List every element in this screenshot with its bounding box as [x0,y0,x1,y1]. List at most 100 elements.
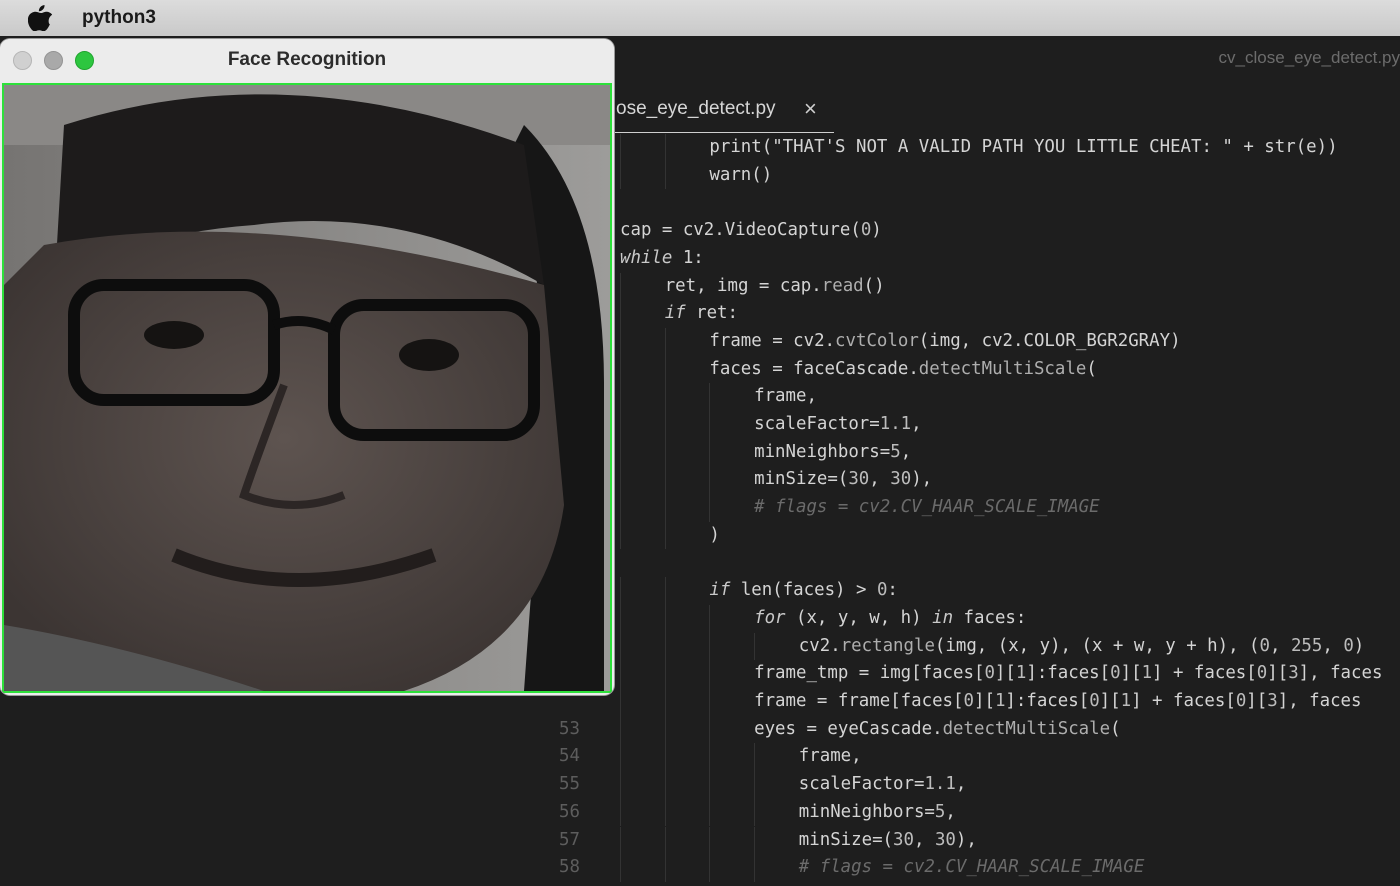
code-token: , [955,774,967,795]
indent-guide [709,494,711,522]
code-token: ][ [973,691,995,711]
code-token: len(faces) > [730,580,877,601]
indent-guide [709,826,711,855]
line-number: 56 [559,801,580,822]
window-titlebar[interactable]: Face Recognition [0,39,614,81]
code-token: 1: [672,247,704,268]
code-token: 5 [934,801,946,822]
tab-label: ose_eye_detect.py [616,98,776,119]
code-token: minNeighbors= [798,801,935,822]
code-text: warn() [709,162,772,190]
code-line[interactable]: 57 minSize=(30, 30), [0,826,1400,855]
indent-guide [664,771,666,799]
code-token: read [821,275,864,296]
code-token: , [869,469,891,490]
indent-guide [664,826,666,855]
code-text: if ret: [665,300,738,328]
code-token: , [945,801,956,822]
code-token: 0 [860,220,872,241]
code-text: scaleFactor=1.1, [754,411,922,439]
indent-guide [709,466,711,495]
code-token: 0 [1256,663,1268,684]
code-line[interactable]: 54 frame, [0,743,1400,772]
code-line[interactable]: 58 # flags = cv2.CV_HAAR_SCALE_IMAGE [0,854,1400,882]
indent-guide [664,798,666,827]
code-token: frame, [798,746,862,767]
indent-guide [664,134,666,162]
indent-guide [620,660,621,688]
code-token: frame = frame[faces[ [754,691,964,711]
code-token: detectMultiScale [942,718,1111,739]
code-token: (img, (x, y), (x + w, y + h), ( [934,635,1260,656]
close-icon[interactable]: × [804,96,817,122]
indent-guide [709,771,711,799]
code-text: minSize=(30, 30), [754,466,932,494]
indent-guide [620,743,621,772]
code-token: ], faces [1298,663,1383,684]
code-token: if [664,303,686,324]
indent-guide [664,577,666,605]
indent-guide [664,715,666,744]
indent-guide [620,134,621,162]
code-text: while 1: [620,245,704,273]
code-token: minSize=( [798,829,894,850]
indent-guide [620,604,621,633]
indent-guide [620,715,621,744]
indent-guide [620,688,621,716]
code-token: scaleFactor= [798,774,925,795]
indent-guide [664,604,666,633]
indent-guide [709,411,711,439]
code-token: eyes = eyeCascade. [754,718,943,739]
code-text: cv2.rectangle(img, (x, y), (x + w, y + h… [799,633,1364,661]
code-text: scaleFactor=1.1, [799,771,967,799]
indent-guide [620,300,621,328]
line-number: 54 [559,746,580,767]
indent-guide [709,438,711,467]
code-token: 0 [1235,691,1247,711]
code-token: , [900,441,912,462]
indent-guide [709,743,711,772]
code-text: minNeighbors=5, [799,799,956,827]
code-text: frame, [799,743,862,771]
code-line[interactable]: 56 minNeighbors=5, [0,798,1400,827]
line-number: 55 [559,774,580,795]
indent-guide [754,826,756,855]
code-token: ]:faces[ [1026,663,1111,684]
code-token: warn() [709,164,773,185]
indent-guide [620,521,621,550]
code-token: ( [1086,358,1097,379]
indent-guide [620,327,621,356]
code-text: for (x, y, w, h) in faces: [754,605,1026,633]
line-number: 58 [559,857,580,878]
code-token: 0 [1089,691,1100,711]
line-number: 53 [559,718,580,739]
code-token: 1 [1141,663,1153,684]
menu-bar: python3 [0,0,1400,37]
editor-tab-active[interactable]: ose_eye_detect.py × [614,96,834,133]
code-token: ) [1353,635,1365,656]
code-text: eyes = eyeCascade.detectMultiScale( [754,716,1120,744]
indent-guide [620,466,621,495]
code-text: frame, [754,383,817,411]
code-text: # flags = cv2.CV_HAAR_SCALE_IMAGE [754,494,1100,522]
code-token: 30 [848,469,870,490]
line-number: 57 [559,829,580,850]
indent-guide [620,161,621,190]
code-token: , [1269,635,1291,656]
indent-guide [620,826,621,855]
code-line[interactable]: 55 scaleFactor=1.1, [0,771,1400,799]
code-token: 255 [1290,635,1323,656]
code-text: cap = cv2.VideoCapture(0) [620,217,882,245]
indent-guide [754,854,756,882]
app-name-menu[interactable]: python3 [82,7,156,29]
code-token: while [620,247,673,268]
indent-guide [620,771,621,799]
code-line[interactable]: 53 eyes = eyeCascade.detectMultiScale( [0,715,1400,744]
code-token: , [1322,635,1344,656]
indent-guide [664,521,666,550]
code-token: ][ [1120,663,1142,684]
code-text: frame = frame[faces[0][1]:faces[0][1] + … [754,688,1361,716]
code-token: 0 [963,691,974,711]
code-token: 30 [934,829,956,850]
apple-icon[interactable] [27,5,53,36]
